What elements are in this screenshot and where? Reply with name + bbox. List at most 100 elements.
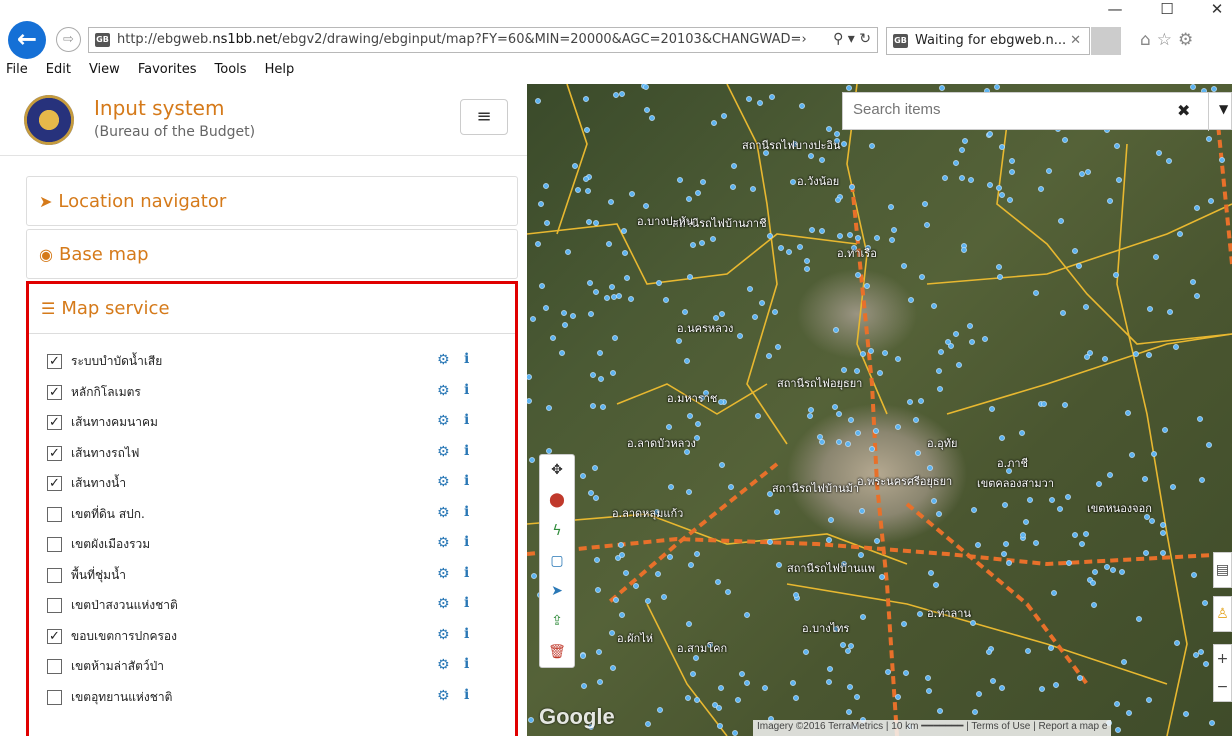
new-tab-button[interactable] xyxy=(1091,27,1121,55)
menu-view[interactable]: View xyxy=(80,60,129,82)
settings-gear-icon[interactable]: ⚙ xyxy=(1178,30,1199,50)
clear-search-icon[interactable]: ✖ xyxy=(1177,101,1190,120)
panel-location-navigator[interactable]: ➤ Location navigator xyxy=(26,176,518,226)
close-window-button[interactable]: ✕ xyxy=(1202,0,1232,18)
map-point xyxy=(1116,177,1122,183)
map-point xyxy=(840,642,846,648)
trash-icon[interactable]: 🗑 xyxy=(540,637,574,667)
layer-checkbox[interactable]: ✓ xyxy=(47,628,62,644)
marker-icon[interactable]: ⬤ xyxy=(540,485,574,515)
menu-edit[interactable]: Edit xyxy=(37,60,80,82)
info-icon[interactable]: i xyxy=(464,351,469,367)
info-icon[interactable]: i xyxy=(464,687,469,703)
info-icon[interactable]: i xyxy=(464,473,469,489)
layer-checkbox[interactable] xyxy=(47,567,62,583)
map-point xyxy=(610,665,616,671)
gear-icon[interactable]: ⚙ xyxy=(437,383,450,399)
search-input[interactable] xyxy=(853,101,1153,118)
info-icon[interactable]: i xyxy=(464,626,469,642)
menu-favorites[interactable]: Favorites xyxy=(129,60,206,82)
info-icon[interactable]: i xyxy=(464,565,469,581)
gear-icon[interactable]: ⚙ xyxy=(437,596,450,612)
gear-icon[interactable]: ⚙ xyxy=(437,505,450,521)
home-icon[interactable]: ⌂ xyxy=(1140,30,1157,50)
hamburger-menu-button[interactable]: ≡ xyxy=(460,99,508,135)
menu-tools[interactable]: Tools xyxy=(206,60,256,82)
layer-checkbox[interactable] xyxy=(47,659,62,674)
gear-icon[interactable]: ⚙ xyxy=(437,444,450,460)
map-point xyxy=(809,227,815,233)
info-icon[interactable]: i xyxy=(464,412,469,428)
menu-help[interactable]: Help xyxy=(256,60,304,82)
gear-icon[interactable]: ⚙ xyxy=(437,352,450,368)
map-type-button[interactable]: ▤ xyxy=(1213,552,1232,588)
address-bar[interactable]: GB http://ebgweb.ns1bb.net/ebgv2/drawing… xyxy=(88,27,878,53)
layer-checkbox[interactable]: ✓ xyxy=(47,354,62,369)
map-point xyxy=(832,404,838,410)
map-point xyxy=(848,417,854,423)
map-service-header[interactable]: ☰ Map service xyxy=(29,284,515,334)
map-attribution[interactable]: Imagery ©2016 TerraMetrics | 10 km ━━━━━… xyxy=(753,720,1112,736)
layer-checkbox[interactable] xyxy=(47,598,62,613)
upload-icon[interactable]: ⇪ xyxy=(540,606,574,636)
menu-file[interactable]: File xyxy=(0,60,37,82)
map-point xyxy=(580,653,586,659)
gear-icon[interactable]: ⚙ xyxy=(437,474,450,490)
map-point xyxy=(676,338,682,344)
close-tab-icon[interactable]: ✕ xyxy=(1070,33,1081,48)
layer-checkbox[interactable]: ✓ xyxy=(47,476,62,491)
location-arrow-icon: ➤ xyxy=(39,192,53,211)
layer-checkbox[interactable]: ✓ xyxy=(47,415,62,430)
zoom-in-icon[interactable]: + xyxy=(1214,645,1231,673)
layer-checkbox[interactable]: ✓ xyxy=(47,384,62,400)
gear-icon[interactable]: ⚙ xyxy=(437,688,450,704)
gear-icon[interactable]: ⚙ xyxy=(437,566,450,582)
dropdown-icon[interactable]: ▾ xyxy=(848,31,855,47)
map-place-label: อ.พระนครศรีอยุธยา xyxy=(857,475,953,488)
back-arrow-icon[interactable]: ← xyxy=(8,21,46,59)
info-icon[interactable]: i xyxy=(464,656,469,672)
map-view[interactable]: สถานีรถไฟบางปะอิน อ.วังน้อย สถานีรถไฟบ้านภ… xyxy=(527,84,1232,736)
pan-icon[interactable]: ✥ xyxy=(540,455,574,485)
map-point xyxy=(1219,157,1225,163)
browser-tab[interactable]: GB Waiting for ebgweb.n... ✕ xyxy=(886,27,1090,55)
refresh-icon[interactable]: ↻ xyxy=(859,31,871,47)
map-point xyxy=(859,508,865,514)
panel-base-map[interactable]: ◉ Base map xyxy=(26,229,518,279)
map-point xyxy=(1003,541,1009,547)
map-point xyxy=(1090,580,1096,586)
search-dropdown-icon[interactable]: ▼ xyxy=(1219,102,1228,116)
line-draw-icon[interactable]: ϟ xyxy=(540,516,574,546)
map-point xyxy=(530,316,536,322)
info-icon[interactable]: i xyxy=(464,504,469,520)
zoom-out-icon[interactable]: − xyxy=(1214,673,1231,701)
forward-arrow-icon[interactable]: ⇨ xyxy=(56,27,81,52)
gear-icon[interactable]: ⚙ xyxy=(437,627,450,643)
layer-row: เขตห้ามล่าสัตว์ป่า ⚙ i xyxy=(45,653,475,684)
layer-checkbox[interactable] xyxy=(47,689,62,705)
layer-checkbox[interactable] xyxy=(47,506,62,522)
url-text[interactable]: http://ebgweb.ns1bb.net/ebgv2/drawing/eb… xyxy=(117,32,807,47)
info-icon[interactable]: i xyxy=(464,534,469,550)
map-point xyxy=(644,107,650,113)
map-place-label: อ.บางไทร xyxy=(802,622,850,635)
polygon-icon[interactable]: ▢ xyxy=(540,546,574,576)
navigate-arrow-icon[interactable]: ➤ xyxy=(540,576,574,606)
gear-icon[interactable]: ⚙ xyxy=(437,535,450,551)
map-point xyxy=(539,283,545,289)
info-icon[interactable]: i xyxy=(464,443,469,459)
street-view-button[interactable]: ♙ xyxy=(1213,596,1232,632)
gear-icon[interactable]: ⚙ xyxy=(437,657,450,673)
search-box: ✖ ▼ xyxy=(842,92,1232,131)
gear-icon[interactable]: ⚙ xyxy=(437,413,450,429)
maximize-button[interactable]: ☐ xyxy=(1152,0,1182,18)
map-point xyxy=(1079,541,1085,547)
search-icon[interactable]: ⚲ xyxy=(833,31,843,47)
layer-checkbox[interactable]: ✓ xyxy=(47,445,62,461)
minimize-button[interactable]: — xyxy=(1100,0,1130,18)
info-icon[interactable]: i xyxy=(464,595,469,611)
favorites-star-icon[interactable]: ☆ xyxy=(1157,30,1178,50)
info-icon[interactable]: i xyxy=(464,382,469,398)
layer-checkbox[interactable] xyxy=(47,537,62,552)
map-point xyxy=(996,185,1002,191)
